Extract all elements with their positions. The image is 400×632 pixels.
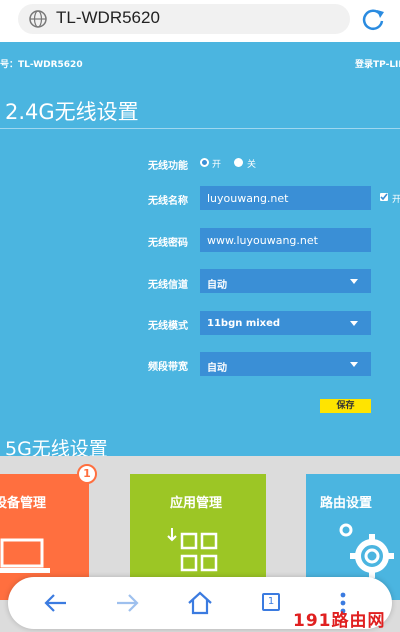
wireless-mode-label: 无线模式 [148,321,188,332]
forward-arrow-icon[interactable] [113,589,141,617]
radio-on-label: 开 [212,160,222,170]
login-link[interactable]: 登录TP-LIN [355,57,400,70]
channel-select[interactable]: 自动 [200,269,371,293]
section-title-24g: 2.4G无线设置 [5,100,139,124]
tile-label: 应用管理 [170,496,223,511]
radio-on[interactable] [200,158,209,167]
wireless-function-label: 无线功能 [148,161,188,172]
checkbox-label: 开 [392,195,400,205]
address-text[interactable]: TL-WDR5620 [56,8,160,28]
model-label: 号：TL-WDR5620 [0,60,83,70]
tile-label: 设备管理 [0,496,47,511]
tabs-button[interactable]: 1 [262,593,280,611]
tile-label: 路由设置 [320,496,373,511]
mode-value: 11bgn mixed [207,318,281,329]
name-checkbox[interactable] [380,193,388,201]
chevron-down-icon [350,279,358,284]
wireless-password-input[interactable]: www.luyouwang.net [200,228,371,252]
tab-count: 1 [267,596,275,607]
notification-badge: 1 [77,464,97,484]
channel-value: 自动 [207,280,227,291]
divider [0,128,400,129]
mode-select[interactable]: 11bgn mixed [200,311,371,335]
gear-icon [339,523,394,578]
globe-icon [29,10,47,28]
chevron-down-icon [350,362,358,367]
bandwidth-select[interactable]: 自动 [200,352,371,376]
laptop-icon [0,538,50,573]
radio-off[interactable] [234,158,243,167]
wireless-name-label: 无线名称 [148,196,188,207]
save-button[interactable]: 保存 [320,399,371,413]
bandwidth-label: 频段带宽 [148,362,188,373]
radio-off-label: 关 [247,160,257,170]
wireless-channel-label: 无线信道 [148,280,188,291]
bandwidth-value: 自动 [207,363,227,374]
wireless-password-label: 无线密码 [148,238,188,249]
watermark: 191路由网 [293,611,386,631]
wireless-name-input[interactable]: luyouwang.net [200,186,371,210]
apps-grid-icon [167,528,218,572]
home-icon[interactable] [186,589,214,617]
back-arrow-icon[interactable] [42,589,70,617]
chevron-down-icon [350,321,358,326]
reload-icon[interactable] [358,4,388,34]
